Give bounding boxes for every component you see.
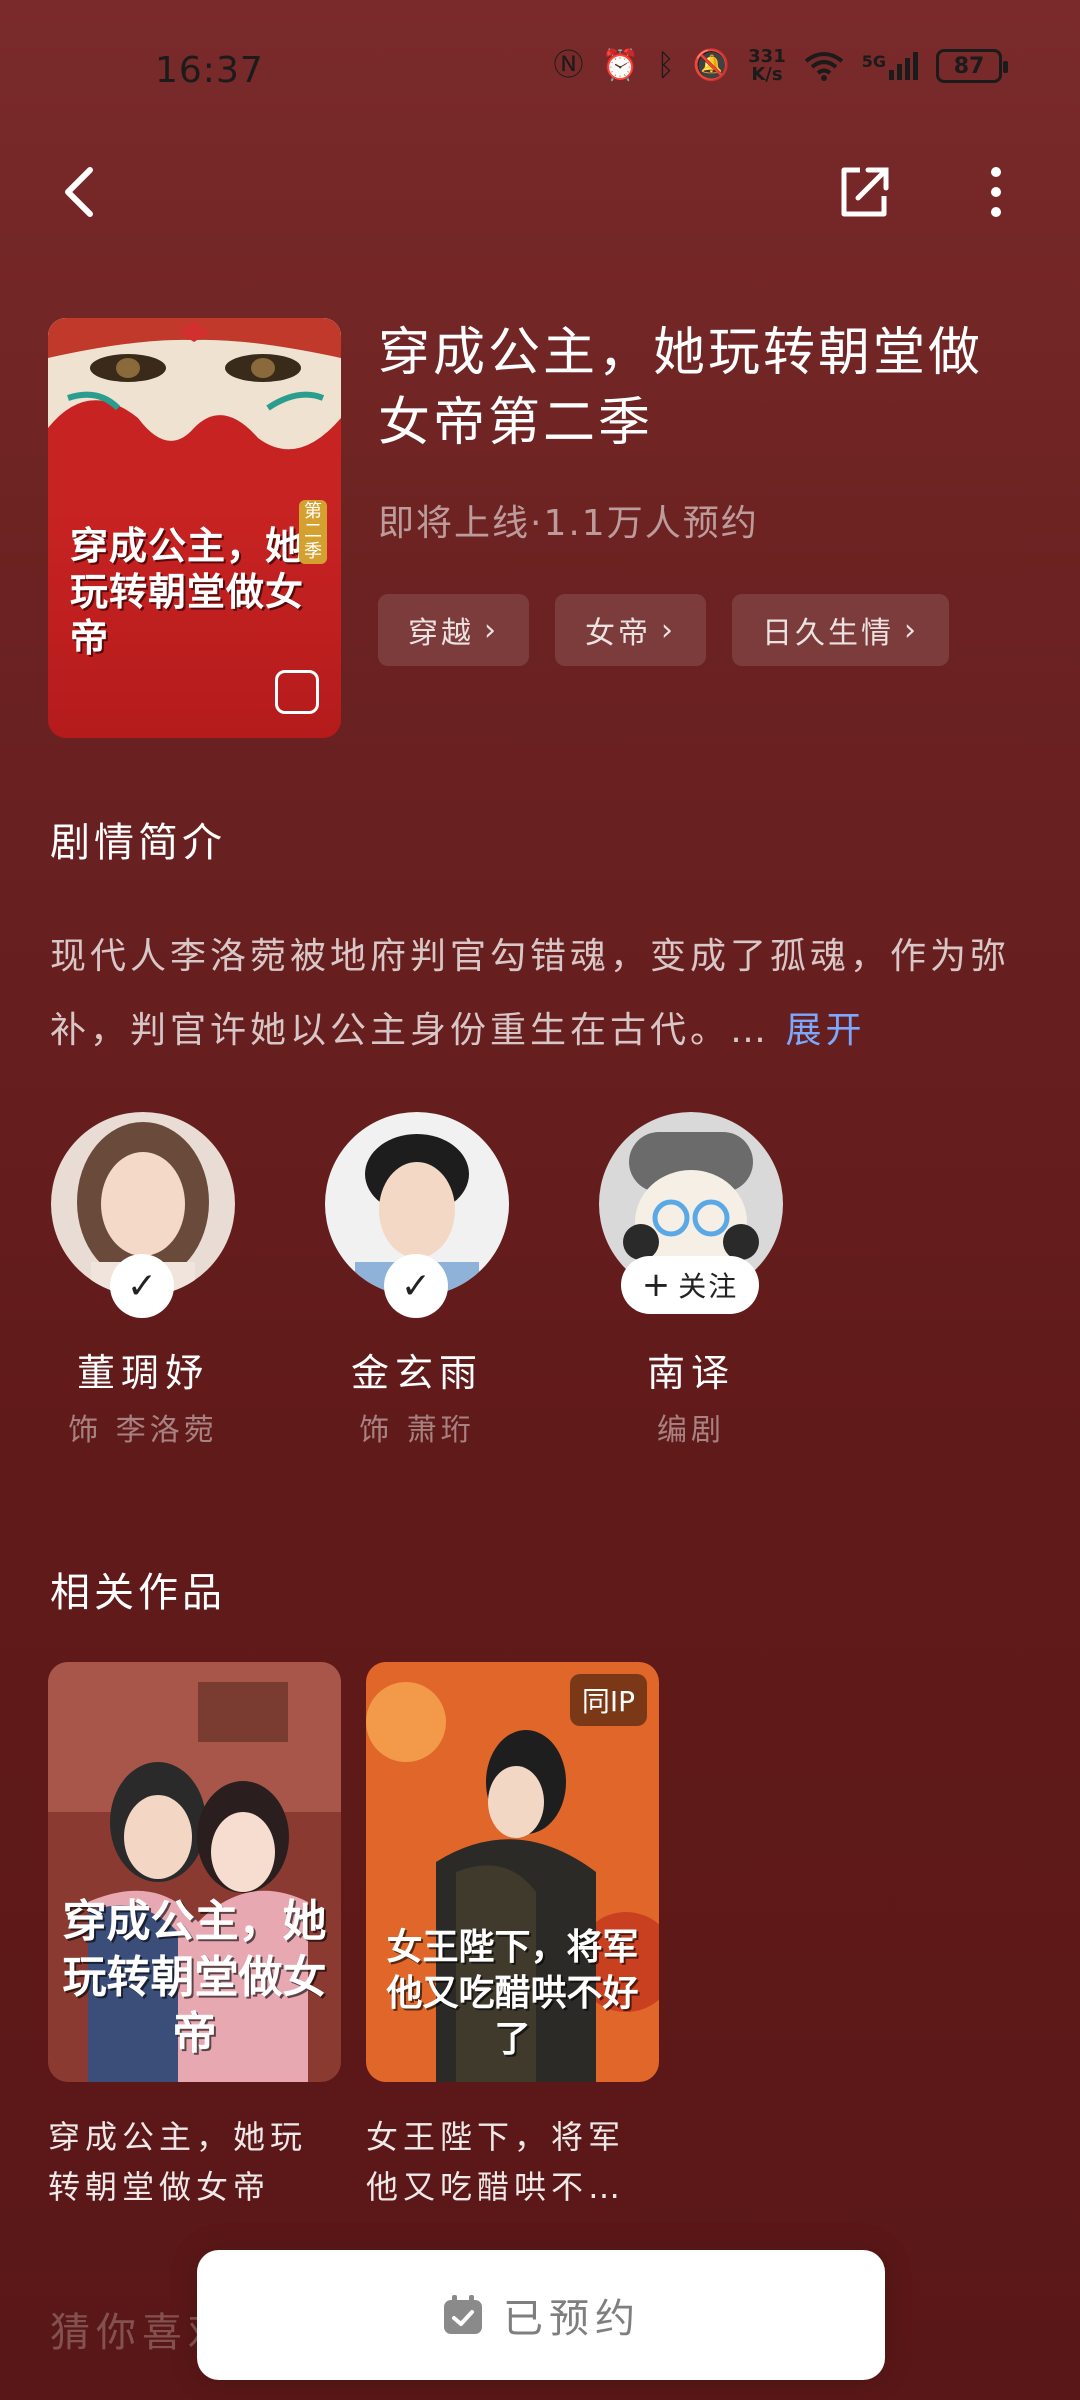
avatar[interactable]: ✓: [51, 1112, 235, 1318]
related-heading: 相关作品: [50, 1570, 226, 1616]
chevron-right-icon: ›: [661, 612, 676, 648]
cast-member[interactable]: + 关注 南译 编剧: [596, 1112, 786, 1449]
related-work-card[interactable]: 穿成公主，她玩转朝堂做女帝 穿成公主，她玩转朝堂做女帝: [48, 1662, 341, 2212]
status-time: 16:37: [155, 50, 264, 91]
net-speed: 331 K/s: [748, 48, 786, 84]
cast-member[interactable]: ✓ 董琱妤 饰 李洛菀: [48, 1112, 238, 1449]
related-work-title: 女王陛下，将军他又吃醋哄不…: [366, 2118, 626, 2206]
network-type: 5G: [861, 52, 886, 71]
nfc-icon: Ⓝ: [553, 48, 584, 83]
related-work-title: 穿成公主，她玩转朝堂做女帝: [48, 2118, 308, 2206]
synopsis-heading: 剧情简介: [50, 820, 226, 866]
followed-check-icon[interactable]: ✓: [384, 1254, 448, 1318]
synopsis-text: 现代人李洛菀被地府判官勾错魂，变成了孤魂，作为弥补，判官许她以公主身份重生在古代…: [50, 936, 1011, 1051]
same-ip-badge: 同IP: [569, 1674, 647, 1726]
cover-season-badge: 第二季: [299, 500, 327, 564]
more-button[interactable]: [956, 152, 1036, 232]
cast-role: 饰 萧珩: [359, 1413, 475, 1448]
followed-check-icon[interactable]: ✓: [110, 1254, 174, 1318]
cast-role: 编剧: [657, 1413, 725, 1448]
cover-title-text: 穿成公主，她玩转朝堂做女帝: [70, 523, 305, 660]
status-icons: Ⓝ ⏰ ᛒ 🔕 331 K/s 5G 87: [553, 48, 1008, 84]
related-work-card[interactable]: 同IP 女王陛下，将军他又吃醋哄不好了 女王陛下，将军他又吃醋哄不…: [366, 1662, 659, 2212]
cast-name: 南译: [646, 1351, 735, 1395]
reserved-label: 已预约: [503, 2296, 641, 2342]
drama-title: 穿成公主，她玩转朝堂做女帝第二季: [378, 323, 984, 453]
bluetooth-icon: ᛒ: [656, 48, 675, 83]
tag-label: 穿越: [408, 616, 474, 651]
poster-title-text: 穿成公主，她玩转朝堂做女帝: [62, 1896, 327, 2059]
cover-face-art: [48, 318, 341, 518]
drama-status: 即将上线·1.1万人预约: [378, 503, 759, 544]
tag-label: 女帝: [585, 616, 651, 651]
avatar[interactable]: + 关注: [599, 1112, 783, 1314]
tag-chip[interactable]: 日久生情 ›: [732, 594, 949, 666]
tag-chip[interactable]: 女帝 ›: [555, 594, 706, 666]
signal-icon: 5G: [862, 52, 918, 80]
follow-button[interactable]: + 关注: [621, 1256, 759, 1314]
chevron-right-icon: ›: [484, 612, 499, 648]
reserved-button[interactable]: 已预约: [197, 2250, 885, 2380]
share-icon: [841, 167, 889, 217]
cast-name: 董琱妤: [76, 1351, 209, 1395]
calendar-check-icon: [444, 2295, 482, 2334]
avatar[interactable]: ✓: [325, 1112, 509, 1318]
mute-icon: 🔕: [692, 48, 731, 83]
chevron-right-icon: ›: [904, 612, 919, 648]
cast-member[interactable]: ✓ 金玄雨 饰 萧珩: [322, 1112, 512, 1449]
follow-label: 关注: [678, 1270, 739, 1303]
wifi-icon: [804, 52, 843, 81]
synopsis-text-block: 现代人李洛菀被地府判官勾错魂，变成了孤魂，作为弥补，判官许她以公主身份重生在古代…: [50, 920, 1020, 1068]
tag-list: 穿越 › 女帝 › 日久生情 ›: [378, 594, 949, 666]
expand-link[interactable]: 展开: [785, 1010, 865, 1051]
cast-name: 金玄雨: [350, 1351, 483, 1395]
tag-label: 日久生情: [762, 616, 894, 651]
plus-icon: +: [641, 1265, 673, 1305]
share-button[interactable]: [824, 152, 904, 232]
tag-chip[interactable]: 穿越 ›: [378, 594, 529, 666]
back-icon: [65, 167, 93, 217]
net-speed-unit: K/s: [751, 64, 783, 85]
battery-indicator: 87: [936, 49, 1008, 83]
poster-title-text: 女王陛下，将军他又吃醋哄不好了: [386, 1926, 639, 2060]
related-poster[interactable]: 穿成公主，她玩转朝堂做女帝: [48, 1662, 341, 2082]
drama-cover[interactable]: 穿成公主，她玩转朝堂做女帝 第二季: [48, 318, 341, 738]
cast-role: 饰 李洛菀: [68, 1413, 218, 1448]
related-poster[interactable]: 同IP 女王陛下，将军他又吃醋哄不好了: [366, 1662, 659, 2082]
more-icon: [991, 167, 1001, 217]
gallery-icon: [275, 670, 319, 714]
alarm-icon: ⏰: [601, 48, 639, 83]
back-button[interactable]: [40, 152, 120, 232]
